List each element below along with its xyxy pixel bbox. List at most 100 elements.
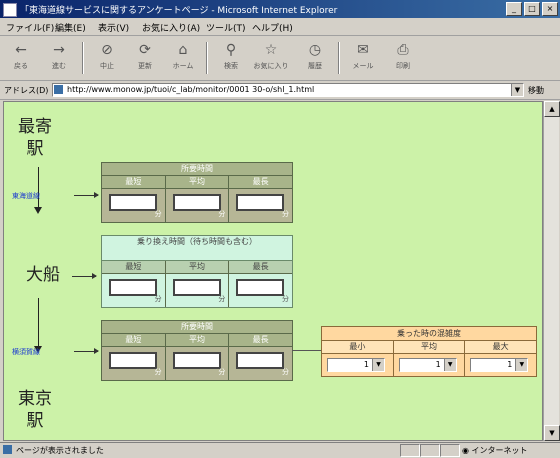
column-max: 最大 [465, 341, 537, 354]
menu-view[interactable]: 表示(V) [98, 21, 129, 34]
column-avg: 平均 [393, 341, 466, 354]
back-arrow-icon: ← [15, 42, 27, 58]
menu-help[interactable]: ヘルプ(H) [252, 21, 293, 34]
column-avg: 平均 [165, 334, 230, 347]
max-time-input[interactable] [236, 194, 285, 211]
status-pane [400, 444, 420, 457]
max-time-input[interactable] [236, 352, 285, 369]
forward-button[interactable]: → 進む [40, 42, 78, 76]
route-link-top[interactable]: 東海道線 [12, 191, 40, 201]
avg-crowd-select[interactable]: 1 ▼ [398, 358, 457, 372]
menu-favorites[interactable]: お気に入り(A) [142, 21, 200, 34]
down-arrow-icon [34, 207, 42, 214]
star-icon: ☆ [264, 42, 278, 58]
status-bar: ページが表示されました ◉ インターネット [0, 442, 560, 458]
stop-button[interactable]: ⊘ 中止 [88, 42, 126, 76]
chevron-down-icon: ▼ [515, 359, 528, 371]
history-button[interactable]: ◷ 履歴 [296, 42, 334, 76]
toolbar: ← 戻る → 進む ⊘ 中止 ⟳ 更新 ⌂ ホーム ⚲ 検索 ☆ お気に入り ◷… [0, 36, 560, 81]
minimize-button[interactable]: _ [506, 2, 522, 16]
favorites-button[interactable]: ☆ お気に入り [252, 42, 290, 76]
page-content: 最寄駅 東海道線 大船 横須賀線 東京駅 所要時間 最短 平均 最長 分 分 分… [3, 101, 543, 441]
close-button[interactable]: × [542, 2, 558, 16]
table-header: 乗った時の混雑度 [322, 327, 536, 341]
max-crowd-select[interactable]: 1 ▼ [470, 358, 529, 372]
search-button[interactable]: ⚲ 検索 [212, 42, 250, 76]
mail-icon: ✉ [357, 42, 369, 58]
forward-arrow-icon: → [53, 42, 65, 58]
connector-line [292, 350, 321, 351]
column-min: 最短 [102, 334, 166, 347]
refresh-button[interactable]: ⟳ 更新 [126, 42, 164, 76]
status-pane [440, 444, 460, 457]
globe-icon: ◉ [462, 446, 472, 455]
vertical-scrollbar[interactable]: ▲ ▼ [543, 101, 560, 441]
printer-icon: ⎙ [397, 42, 409, 58]
toolbar-separator [206, 42, 208, 74]
scroll-up-button[interactable]: ▲ [544, 101, 560, 117]
address-bar: アドレス(D) http://www.monow.jp/tuoi/c_lab/m… [0, 81, 560, 100]
maximize-button[interactable]: □ [524, 2, 540, 16]
window-title: 「東海道線サービスに関するアンケートページ - Microsoft Intern… [20, 6, 338, 16]
table-header: 乗り換え時間（待ち時間も含む） [102, 236, 292, 261]
print-button[interactable]: ⎙ 印刷 [384, 42, 422, 76]
address-dropdown-button[interactable]: ▼ [511, 84, 523, 96]
menu-edit[interactable]: 編集(E) [55, 21, 86, 34]
min-crowd-select[interactable]: 1 ▼ [327, 358, 385, 372]
max-transfer-input[interactable] [236, 279, 285, 296]
column-min: 最短 [102, 176, 166, 189]
travel-time-table-2: 所要時間 最短 平均 最長 分 分 分 [101, 320, 293, 381]
crowding-table: 乗った時の混雑度 最小 平均 最大 1 ▼ 1 ▼ 1 ▼ [321, 326, 537, 377]
column-avg: 平均 [165, 176, 230, 189]
chevron-down-icon: ▼ [443, 359, 456, 371]
home-icon: ⌂ [178, 42, 188, 58]
ie-icon [3, 3, 17, 17]
min-transfer-input[interactable] [109, 279, 157, 296]
stop-icon: ⊘ [101, 42, 113, 58]
menu-bar: ファイル(F) 編集(E) 表示(V) お気に入り(A) ツール(T) ヘルプ(… [0, 18, 560, 36]
mail-button[interactable]: ✉ メール [344, 42, 382, 76]
menu-tools[interactable]: ツール(T) [206, 21, 246, 34]
min-time-input[interactable] [109, 194, 157, 211]
back-button[interactable]: ← 戻る [2, 42, 40, 76]
toolbar-separator [338, 42, 340, 74]
station-top: 最寄駅 [18, 117, 52, 159]
station-bottom: 東京駅 [18, 389, 52, 431]
route-link-bottom[interactable]: 横須賀線 [12, 347, 40, 357]
search-icon: ⚲ [225, 42, 237, 58]
avg-transfer-input[interactable] [172, 279, 221, 296]
route-line [38, 298, 39, 346]
right-arrow-icon [72, 273, 97, 279]
address-label: アドレス(D) [4, 86, 49, 95]
column-min: 最短 [102, 261, 166, 274]
right-arrow-icon [74, 192, 99, 198]
status-text: ページが表示されました [16, 446, 104, 455]
transfer-time-table: 乗り換え時間（待ち時間も含む） 最短 平均 最長 分 分 分 [101, 235, 293, 308]
title-bar: 「東海道線サービスに関するアンケートページ - Microsoft Intern… [0, 0, 560, 18]
status-pane [420, 444, 440, 457]
right-arrow-icon [74, 348, 99, 354]
table-header: 所要時間 [102, 321, 292, 334]
route-line [38, 167, 39, 207]
window-controls: _ □ × [506, 2, 558, 16]
refresh-icon: ⟳ [139, 42, 151, 58]
address-input[interactable]: http://www.monow.jp/tuoi/c_lab/monitor/0… [52, 83, 524, 97]
security-zone: ◉ インターネット [462, 446, 528, 455]
column-avg: 平均 [165, 261, 230, 274]
go-button[interactable]: 移動 [528, 85, 544, 96]
min-time-input[interactable] [109, 352, 157, 369]
avg-time-input[interactable] [172, 352, 221, 369]
avg-time-input[interactable] [172, 194, 221, 211]
column-max: 最長 [229, 261, 293, 274]
menu-file[interactable]: ファイル(F) [6, 21, 54, 34]
history-icon: ◷ [308, 42, 322, 58]
column-max: 最長 [229, 334, 293, 347]
travel-time-table-1: 所要時間 最短 平均 最長 分 分 分 [101, 162, 293, 223]
table-header: 所要時間 [102, 163, 292, 176]
home-button[interactable]: ⌂ ホーム [164, 42, 202, 76]
column-max: 最長 [229, 176, 293, 189]
address-url: http://www.monow.jp/tuoi/c_lab/monitor/0… [67, 85, 315, 94]
station-middle: 大船 [26, 265, 60, 285]
scroll-down-button[interactable]: ▼ [544, 425, 560, 441]
chevron-down-icon: ▼ [372, 359, 384, 371]
